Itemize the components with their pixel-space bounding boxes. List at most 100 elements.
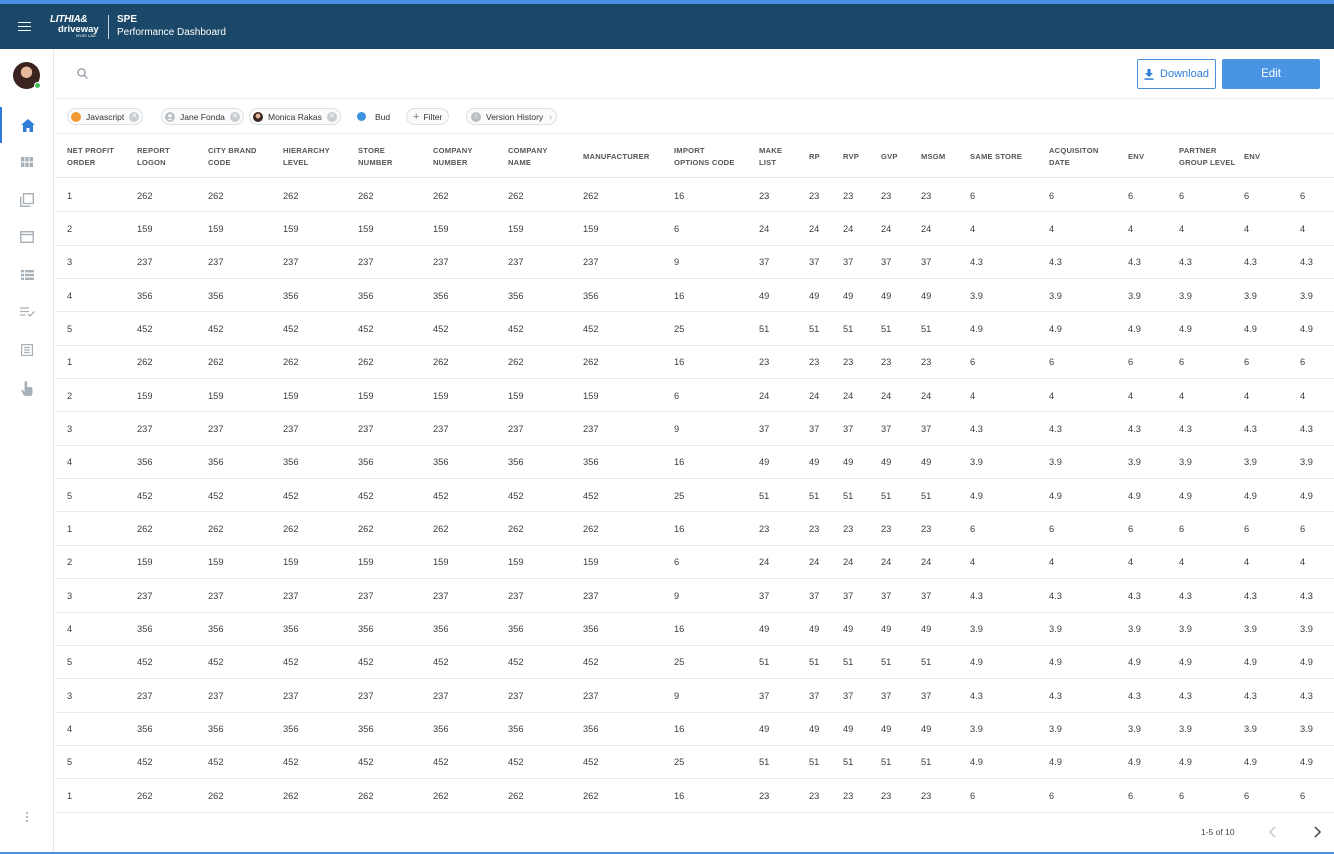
table-row[interactable]: 4 356 356 356 356 356 356 356 16 49 49 49 49 49 3.9 3.9… bbox=[55, 613, 1334, 646]
nav-list[interactable] bbox=[0, 257, 54, 293]
table-row[interactable]: 1 262 262 262 262 262 262 262 16 23 23 23 23 23 6 6 6 6 6 6 bbox=[55, 346, 1334, 380]
nav-checklist[interactable] bbox=[0, 294, 54, 330]
filter-chip-jane-fonda[interactable]: Jane Fonda ✕ bbox=[161, 108, 244, 125]
table-row[interactable]: 5 452 452 452 452 452 452 452 25 51 51 51 51 51 4.9 4.9… bbox=[55, 479, 1334, 513]
table-cell: 4 bbox=[1244, 390, 1250, 401]
table-cell: 6 bbox=[1244, 190, 1250, 201]
table-cell: 159 bbox=[137, 390, 153, 401]
table-row[interactable]: 1 262 262 262 262 262 262 262 16 23 23 23 23 23 6 6 6 6 6 6 bbox=[55, 179, 1334, 213]
nav-copy[interactable] bbox=[0, 182, 54, 218]
table-cell: 6 bbox=[1179, 524, 1185, 534]
remove-chip-icon[interactable]: ✕ bbox=[326, 111, 337, 122]
checklist-icon bbox=[19, 307, 35, 317]
column-header[interactable]: MAKE LIST bbox=[759, 135, 782, 178]
add-filter-button[interactable]: + Filter bbox=[406, 108, 450, 125]
column-header[interactable]: ENV bbox=[1244, 135, 1260, 178]
filter-chip-bud[interactable]: Bud bbox=[354, 108, 393, 125]
table-row[interactable]: 3 237 237 237 237 237 237 237 9 37 37 37 37 37 4.3 4.3 4… bbox=[55, 679, 1334, 713]
table-cell: 37 bbox=[843, 590, 854, 601]
table-cell: 49 bbox=[881, 624, 892, 635]
table-cell: 4 bbox=[1128, 557, 1134, 568]
chevron-left-icon[interactable] bbox=[1265, 824, 1281, 840]
nav-folder[interactable] bbox=[0, 219, 54, 255]
table-cell: 262 bbox=[283, 524, 299, 534]
table-row[interactable]: 5 452 452 452 452 452 452 452 25 51 51 51 51 51 4.9 4.9… bbox=[55, 746, 1334, 780]
column-header[interactable]: ENV bbox=[1128, 135, 1144, 178]
table-cell: 452 bbox=[208, 757, 224, 768]
nav-document-list[interactable] bbox=[0, 332, 54, 368]
column-header[interactable]: HIERARCHY LEVEL bbox=[283, 135, 330, 178]
more-vertical-icon[interactable] bbox=[23, 810, 31, 824]
search-icon[interactable] bbox=[77, 68, 88, 79]
column-header[interactable]: GVP bbox=[881, 135, 898, 178]
table-cell: 3.9 bbox=[1049, 457, 1062, 468]
table-row[interactable]: 4 356 356 356 356 356 356 356 16 49 49 49 49 49 3.9 3.9… bbox=[55, 279, 1334, 313]
company-logo[interactable]: LITHIA& driveway NYSE LAD bbox=[50, 14, 108, 40]
table-row[interactable]: 2 159 159 159 159 159 159 159 6 24 24 24 24 24 4 4 4 4 4 4 bbox=[55, 546, 1334, 580]
table-row[interactable]: 5 452 452 452 452 452 452 452 25 51 51 51 51 51 4.9 4.9… bbox=[55, 312, 1334, 346]
table-cell: 237 bbox=[358, 690, 374, 701]
column-header[interactable]: COMPANY NAME bbox=[508, 135, 548, 178]
table-cell: 49 bbox=[881, 457, 892, 468]
column-header[interactable]: REPORT LOGON bbox=[137, 135, 170, 178]
table-cell: 4.9 bbox=[1244, 657, 1257, 668]
table-row[interactable]: 3 237 237 237 237 237 237 237 9 37 37 37 37 37 4.3 4.3 4… bbox=[55, 412, 1334, 446]
table-cell: 4.3 bbox=[1244, 257, 1257, 268]
edit-button[interactable]: Edit bbox=[1222, 59, 1320, 89]
table-cell: 4.9 bbox=[1179, 657, 1192, 668]
table-cell: 159 bbox=[433, 223, 449, 234]
table-cell: 237 bbox=[583, 690, 599, 701]
column-header[interactable]: ACQUISITON DATE bbox=[1049, 135, 1099, 178]
remove-chip-icon[interactable]: ✕ bbox=[229, 111, 240, 122]
remove-chip-icon[interactable]: ✕ bbox=[129, 111, 140, 122]
nav-grid[interactable] bbox=[0, 144, 54, 180]
table-cell: 49 bbox=[809, 624, 820, 635]
table-cell: 4 bbox=[1049, 223, 1055, 234]
table-row[interactable]: 2 159 159 159 159 159 159 159 6 24 24 24 24 24 4 4 4 4 4 4 bbox=[55, 379, 1334, 413]
filter-chip-monica-rakas[interactable]: Monica Rakas ✕ bbox=[249, 108, 341, 125]
column-header[interactable]: MANUFACTURER bbox=[583, 135, 650, 178]
chevron-right-icon[interactable] bbox=[1309, 824, 1325, 840]
nav-home[interactable] bbox=[0, 107, 54, 143]
column-header[interactable]: NET PROFIT ORDER bbox=[67, 135, 114, 178]
column-header[interactable]: IMPORT OPTIONS CODE bbox=[674, 135, 735, 178]
version-history-button[interactable]: i Version History › bbox=[466, 108, 558, 125]
table-cell: 3.9 bbox=[1179, 624, 1192, 635]
filter-chip-javascript[interactable]: Javascript ✕ bbox=[67, 108, 144, 125]
table-row[interactable]: 4 356 356 356 356 356 356 356 16 49 49 49 49 49 3.9 3.9… bbox=[55, 446, 1334, 480]
table-cell: 3 bbox=[67, 590, 73, 601]
table-row[interactable]: 1 262 262 262 262 262 262 262 16 23 23 23 23 23 6 6 6 6 6 6 bbox=[55, 513, 1334, 546]
column-header[interactable]: STORE NUMBER bbox=[358, 135, 393, 178]
avatar[interactable] bbox=[13, 62, 41, 89]
table-row[interactable]: 3 237 237 237 237 237 237 237 9 37 37 37 37 37 4.3 4.3 4… bbox=[55, 579, 1334, 613]
table-cell: 6 bbox=[1300, 357, 1306, 368]
table-cell: 452 bbox=[508, 490, 524, 501]
table-row[interactable]: 1 262 262 262 262 262 262 262 16 23 23 23 23 23 6 6 6 6 6 6 bbox=[55, 779, 1334, 813]
table-cell: 51 bbox=[881, 757, 892, 768]
table-row[interactable]: 3 237 237 237 237 237 237 237 9 37 37 37 37 37 4.3 4.3 4… bbox=[55, 246, 1334, 280]
download-button[interactable]: Download bbox=[1137, 59, 1216, 89]
table-row[interactable]: 5 452 452 452 452 452 452 452 25 51 51 51 51 51 4.9 4.9… bbox=[55, 646, 1334, 680]
column-header[interactable]: COMPANY NUMBER bbox=[433, 135, 473, 178]
table-cell: 23 bbox=[809, 790, 820, 801]
nav-touch[interactable] bbox=[0, 370, 54, 406]
menu-icon[interactable] bbox=[0, 4, 48, 49]
column-header[interactable]: RP bbox=[809, 135, 820, 178]
table-cell: 4.9 bbox=[1244, 323, 1257, 334]
column-header[interactable]: RVP bbox=[843, 135, 859, 178]
table-cell: 4.3 bbox=[1244, 690, 1257, 701]
table-cell: 452 bbox=[508, 323, 524, 334]
table-cell: 23 bbox=[843, 190, 854, 201]
table-row[interactable]: 4 356 356 356 356 356 356 356 16 49 49 49 49 49 3.9 3.9… bbox=[55, 713, 1334, 746]
table-cell: 25 bbox=[674, 490, 685, 501]
table-cell: 4.9 bbox=[1128, 757, 1141, 768]
column-header-text: ACQUISITON bbox=[1049, 145, 1099, 155]
column-header[interactable]: CITY BRAND CODE bbox=[208, 135, 257, 178]
column-header[interactable]: MSGM bbox=[921, 135, 945, 178]
column-header[interactable]: PARTNER GROUP LEVEL bbox=[1179, 135, 1236, 178]
table-row[interactable]: 2 159 159 159 159 159 159 159 6 24 24 24 24 24 4 4 4 4 4 4 bbox=[55, 212, 1334, 246]
pagination: 1-5 of 10 bbox=[55, 815, 1334, 849]
table-cell: 51 bbox=[759, 657, 770, 668]
table-cell: 4 bbox=[1179, 390, 1185, 401]
column-header[interactable]: SAME STORE bbox=[970, 135, 1022, 178]
